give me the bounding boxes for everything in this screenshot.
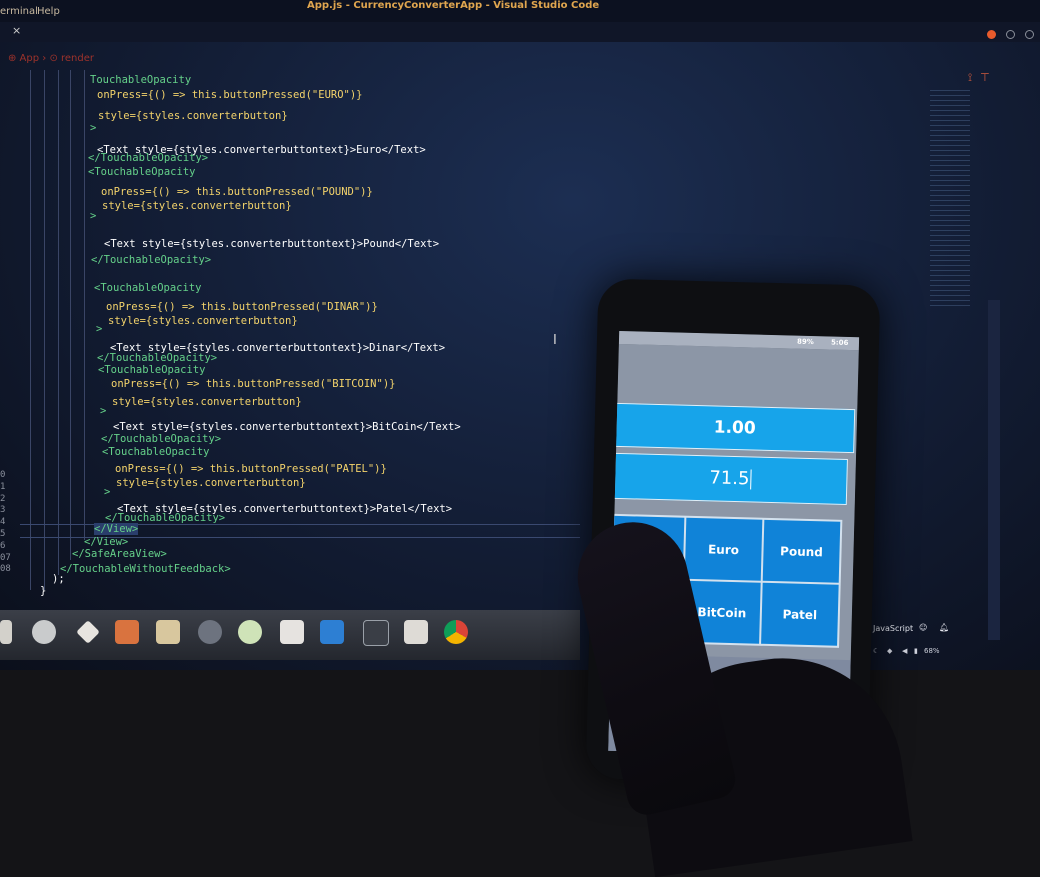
wifi-icon[interactable]: ◆ — [887, 647, 892, 655]
files-icon[interactable] — [404, 620, 428, 644]
calendar-icon[interactable] — [280, 620, 304, 644]
more-actions-icon[interactable]: ⊤ — [980, 71, 990, 85]
editor-actions: ⟟ ⊤ — [968, 71, 990, 85]
code-line[interactable]: TouchableOpacity — [90, 74, 191, 86]
code-line[interactable]: > — [96, 323, 102, 335]
converted-amount-display: 1.00 — [614, 402, 856, 454]
editor-scrollbar[interactable] — [988, 300, 1000, 640]
phone-clock: 5:06 — [830, 338, 849, 347]
code-line[interactable]: style={styles.converterbutton} — [112, 396, 302, 408]
code-line[interactable]: </SafeAreaView> — [72, 548, 167, 560]
window-title: App.js - CurrencyConverterApp - Visual S… — [307, 0, 600, 11]
system-tray: ▪ ☾ ◆ ◀ ▮ 68% — [846, 644, 1040, 662]
indent-guide — [44, 70, 45, 590]
volume-icon[interactable]: ◀ — [902, 647, 907, 655]
title-bar: erminal Help App.js - CurrencyConverterA… — [0, 0, 1040, 22]
monitor-screen: erminal Help App.js - CurrencyConverterA… — [0, 0, 1040, 670]
close-icon[interactable]: × — [12, 24, 21, 37]
code-line[interactable]: style={styles.converterbutton} — [116, 477, 306, 489]
night-mode-icon[interactable]: ☾ — [873, 647, 879, 655]
code-line[interactable]: </View> — [94, 523, 139, 535]
code-line[interactable]: </View> — [84, 536, 128, 548]
code-line[interactable]: </TouchableOpacity> — [91, 254, 211, 266]
window-controls — [987, 30, 1034, 39]
code-line[interactable]: onPress={() => this.buttonPressed("BITCO… — [111, 378, 395, 390]
code-line[interactable]: onPress={() => this.buttonPressed("EURO"… — [97, 89, 363, 101]
code-line[interactable]: > — [104, 486, 110, 498]
indent-guide — [70, 70, 71, 560]
battery-percent: 68% — [924, 647, 940, 655]
code-line[interactable]: <TouchableOpacity — [94, 282, 201, 294]
search-icon[interactable] — [32, 620, 56, 644]
chat-icon[interactable] — [238, 620, 262, 644]
settings-icon[interactable] — [198, 620, 222, 644]
status-bar: LF JavaScript ☺ 🔔︎ — [846, 620, 1040, 638]
patel-button[interactable]: Patel — [761, 582, 839, 646]
menu-help[interactable]: Help — [37, 6, 60, 17]
tab-bar — [0, 22, 1040, 42]
code-line[interactable]: ); — [52, 573, 65, 585]
code-line[interactable]: <Text style={styles.converterbuttontext}… — [104, 238, 439, 250]
store-icon[interactable] — [115, 620, 139, 644]
bell-icon[interactable]: 🔔︎ — [939, 623, 949, 632]
vscode-icon[interactable] — [320, 620, 344, 644]
battery-icon[interactable]: ▮ — [914, 647, 918, 655]
terminal-icon[interactable] — [0, 620, 12, 644]
console-icon[interactable] — [363, 620, 389, 646]
line-number-gutter: 0 1 2 3 4 5 6 07 08 — [0, 470, 11, 575]
phone-battery: 89% — [796, 337, 814, 347]
code-line[interactable]: </TouchableOpacity> — [88, 152, 208, 164]
code-line[interactable]: onPress={() => this.buttonPressed("PATEL… — [115, 463, 387, 475]
breadcrumb[interactable]: ⊕ App › ⊙ render — [8, 53, 94, 64]
code-line[interactable]: <TouchableOpacity — [102, 446, 209, 458]
window-close-button[interactable] — [987, 30, 996, 39]
text-caret — [750, 469, 752, 490]
code-line[interactable]: style={styles.converterbutton} — [108, 315, 298, 327]
language-mode[interactable]: JavaScript — [873, 624, 913, 633]
code-line[interactable]: </TouchableWithoutFeedback> — [60, 563, 231, 575]
code-line[interactable]: style={styles.converterbutton} — [98, 110, 288, 122]
pound-button[interactable]: Pound — [762, 519, 841, 583]
smiley-icon[interactable]: ☺ — [919, 623, 927, 632]
window-minimize-button[interactable] — [1006, 30, 1015, 39]
code-line[interactable]: <TouchableOpacity — [88, 166, 195, 178]
amount-input-value: 71.5 — [709, 467, 750, 490]
folder-icon[interactable] — [156, 620, 180, 644]
split-editor-icon[interactable]: ⟟ — [968, 71, 972, 85]
code-line[interactable]: onPress={() => this.buttonPressed("DINAR… — [106, 301, 378, 313]
code-line[interactable]: > — [90, 210, 96, 222]
code-line[interactable]: </TouchableOpacity> — [97, 352, 217, 364]
indent-guide — [58, 70, 59, 575]
text-cursor-icon: I — [553, 333, 557, 348]
chrome-icon[interactable] — [444, 620, 468, 644]
amount-input[interactable]: 71.5 — [612, 452, 848, 505]
euro-button[interactable]: Euro — [684, 517, 763, 581]
minimap[interactable] — [930, 90, 970, 310]
code-line[interactable]: } — [40, 585, 46, 597]
indent-guide — [30, 70, 31, 590]
indent-guide — [84, 70, 85, 540]
window-maximize-button[interactable] — [1025, 30, 1034, 39]
code-line[interactable]: </TouchableOpacity> — [101, 433, 221, 445]
code-line[interactable]: onPress={() => this.buttonPressed("POUND… — [101, 186, 373, 198]
code-line[interactable]: > — [100, 405, 106, 417]
code-line[interactable]: <Text style={styles.converterbuttontext}… — [113, 421, 461, 433]
code-line[interactable]: style={styles.converterbutton} — [102, 200, 292, 212]
code-line[interactable]: > — [90, 122, 96, 134]
menu-terminal[interactable]: erminal — [0, 6, 38, 17]
code-line[interactable]: <TouchableOpacity — [98, 364, 205, 376]
